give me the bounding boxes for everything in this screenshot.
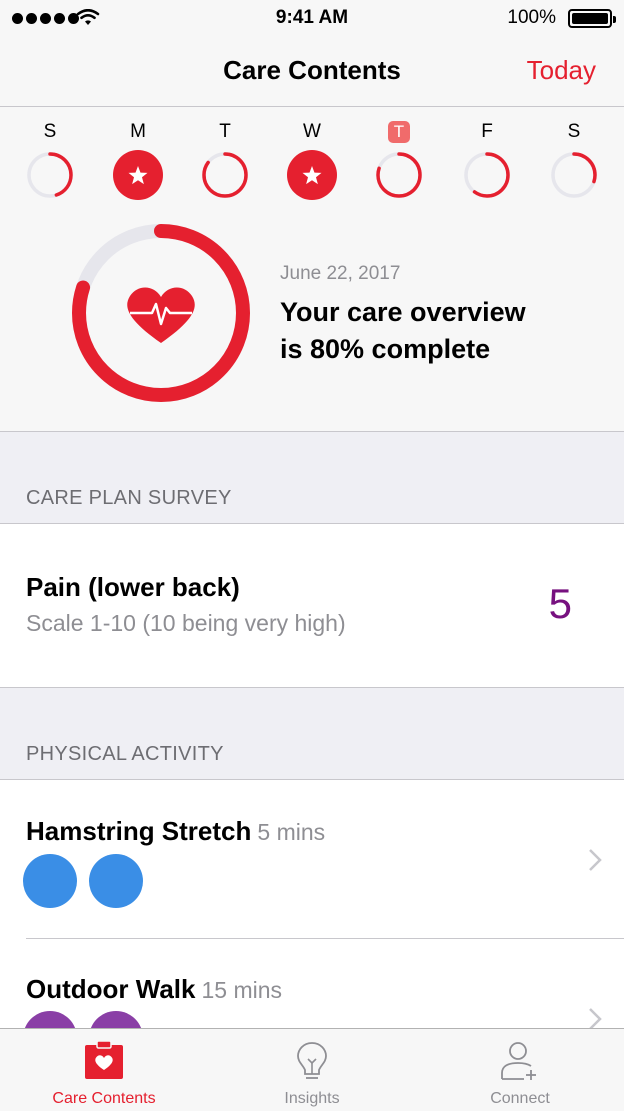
overview-summary: Your care overview is 80% complete — [280, 294, 610, 368]
survey-value: 5 — [548, 580, 572, 627]
day-progress-ring — [464, 152, 510, 198]
tab-connect[interactable]: Connect — [416, 1029, 624, 1111]
survey-subtitle: Scale 1-10 (10 being very high) — [26, 610, 346, 636]
tab-label: Connect — [490, 1090, 550, 1107]
heart-icon — [127, 287, 195, 343]
chevron-right-icon — [589, 849, 602, 871]
activity-title-line: Outdoor Walk 15 mins — [26, 974, 282, 1005]
day-progress-ring — [551, 152, 597, 198]
day-star-icon — [113, 150, 163, 200]
overview-progress-ring — [72, 224, 250, 402]
day-letter: T — [369, 119, 429, 145]
day-column[interactable]: S — [544, 119, 604, 201]
section-header-activity: PHYSICAL ACTIVITY — [26, 743, 224, 765]
tab-insights[interactable]: Insights — [208, 1029, 416, 1111]
section-header-survey: CARE PLAN SURVEY — [26, 487, 232, 509]
status-bar: 9:41 AM 100% — [0, 0, 624, 40]
day-column[interactable]: F — [457, 119, 517, 201]
today-button[interactable]: Today — [527, 55, 596, 86]
overview-line-2: is 80% complete — [280, 334, 491, 364]
day-column[interactable]: M — [108, 119, 168, 201]
person-add-icon — [501, 1042, 536, 1080]
battery-icon — [568, 9, 616, 28]
day-column[interactable]: T — [195, 119, 255, 201]
activity-row-hamstring-stretch[interactable]: Hamstring Stretch 5 mins — [0, 780, 624, 938]
day-star-icon — [287, 150, 337, 200]
survey-card[interactable]: Pain (lower back) Scale 1-10 (10 being v… — [0, 523, 624, 688]
overview-date: June 22, 2017 — [280, 263, 401, 284]
activity-duration: 15 mins — [201, 977, 283, 1003]
care-header: S M T W T F S June 22, 2017 Your care overview… — [0, 107, 624, 432]
day-letter: W — [303, 121, 321, 142]
day-column[interactable]: W — [282, 119, 342, 201]
battery-percentage: 100% — [507, 7, 556, 28]
day-letter: S — [43, 121, 57, 142]
activity-title: Outdoor Walk — [26, 974, 196, 1004]
activity-check-bubble[interactable] — [89, 854, 143, 908]
activity-title: Hamstring Stretch — [26, 816, 252, 846]
day-progress-ring — [376, 152, 422, 198]
tab-care-contents[interactable]: Care Contents — [0, 1029, 208, 1111]
survey-title: Pain (lower back) — [26, 572, 240, 602]
day-column[interactable]: S — [20, 119, 80, 201]
day-letter: F — [481, 121, 493, 142]
overview-line-1: Your care overview — [280, 297, 526, 327]
day-column[interactable]: T — [369, 119, 429, 201]
day-letter: M — [130, 121, 146, 142]
tab-label: Care Contents — [52, 1090, 156, 1107]
tab-label: Insights — [284, 1090, 340, 1107]
navigation-bar: Care Contents Today — [0, 40, 624, 107]
day-letter: S — [567, 121, 581, 142]
activity-duration: 5 mins — [257, 819, 326, 845]
activity-check-bubble[interactable] — [23, 854, 77, 908]
tab-bar: Care Contents Insights Connect — [0, 1028, 624, 1111]
day-progress-ring — [27, 152, 73, 198]
lightbulb-icon — [297, 1042, 327, 1079]
care-card-icon — [85, 1040, 123, 1079]
day-progress-ring — [202, 152, 248, 198]
day-letter: T — [219, 121, 231, 142]
activity-title-line: Hamstring Stretch 5 mins — [26, 816, 325, 847]
